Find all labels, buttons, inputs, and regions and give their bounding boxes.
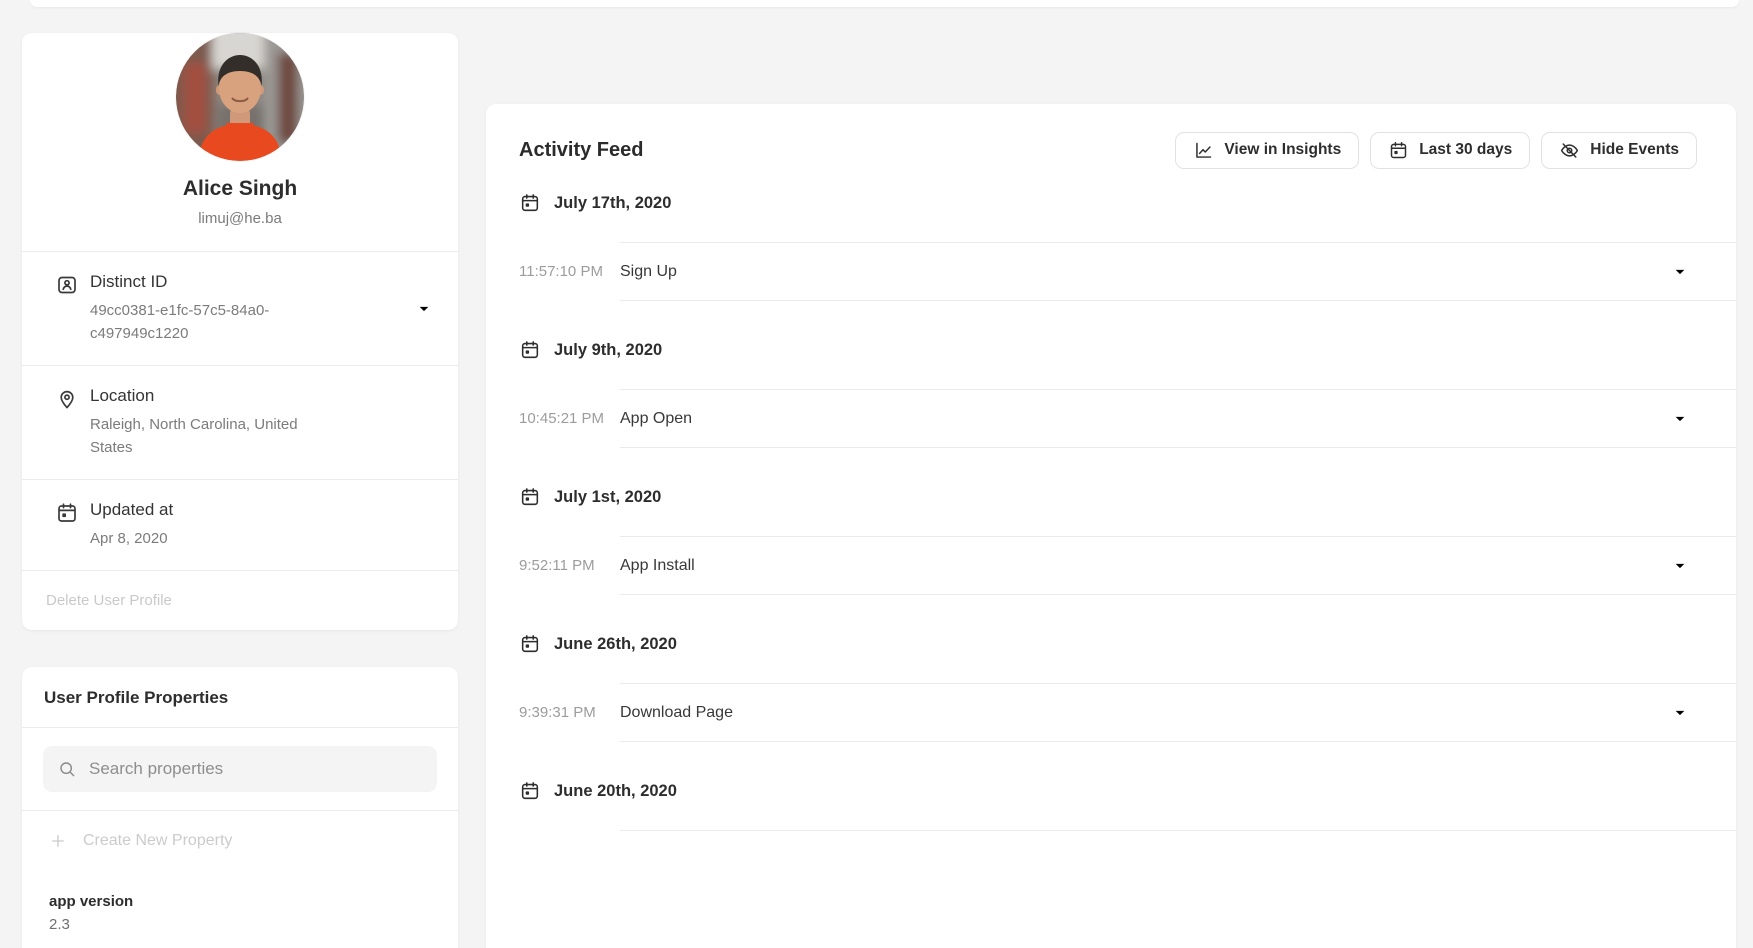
event-name: Sign Up xyxy=(620,263,677,281)
avatar xyxy=(176,33,304,161)
location-pin-icon xyxy=(55,387,79,411)
profile-field-value: Raleigh, North Carolina, United States xyxy=(90,413,308,459)
line-chart-icon xyxy=(1193,140,1214,161)
calendar-icon xyxy=(1388,140,1409,161)
hide-events-button-label: Hide Events xyxy=(1590,141,1679,159)
profile-field-label: Location xyxy=(90,386,308,406)
feed-date-header: July 9th, 2020 xyxy=(519,335,1736,365)
event-name: App Install xyxy=(620,557,695,575)
activity-feed-groups: July 17th, 2020 11:57:10 PMSign Up July 9t… xyxy=(486,188,1736,940)
user-profile-properties-card: User Profile Properties Create New Prope… xyxy=(22,667,458,948)
profile-field-distinct-id: Distinct ID 49cc0381-e1fc-57c5-84a0-c4979… xyxy=(22,251,458,365)
event-name: Download Page xyxy=(620,704,733,722)
event-row-placeholder xyxy=(519,830,1736,940)
profile-field-text: Location Raleigh, North Carolina, United … xyxy=(90,386,308,459)
calendar-icon xyxy=(519,339,541,361)
profile-field-label: Distinct ID xyxy=(90,272,308,292)
activity-feed-card: Activity Feed View in Insights Last 30 da… xyxy=(486,104,1736,948)
feed-group-july-9th-2020: July 9th, 2020 10:45:21 PMApp Open xyxy=(519,335,1736,448)
event-body xyxy=(620,830,1736,940)
event-body: App Install xyxy=(620,536,1736,595)
profile-sidebar: Alice Singh limuj@he.ba Distinct ID 49cc0… xyxy=(22,0,458,948)
feed-group-june-20th-2020: June 20th, 2020 xyxy=(519,776,1736,940)
feed-date-label: June 26th, 2020 xyxy=(554,635,677,654)
feed-date-header: June 26th, 2020 xyxy=(519,629,1736,659)
search-icon xyxy=(57,759,77,779)
id-card-icon xyxy=(55,273,79,297)
feed-date-label: July 17th, 2020 xyxy=(554,194,671,213)
event-body: App Open xyxy=(620,389,1736,448)
profile-field-text: Distinct ID 49cc0381-e1fc-57c5-84a0-c4979… xyxy=(90,272,308,345)
event-time: 11:57:10 PM xyxy=(519,242,620,301)
profile-fields: Distinct ID 49cc0381-e1fc-57c5-84a0-c4979… xyxy=(22,251,458,570)
calendar-icon xyxy=(519,780,541,802)
search-properties-box xyxy=(43,746,437,792)
event-expand-chevron-icon[interactable] xyxy=(1672,705,1688,721)
event-row-app-install[interactable]: 9:52:11 PMApp Install xyxy=(519,536,1736,595)
profile-field-location: Location Raleigh, North Carolina, United … xyxy=(22,365,458,479)
activity-feed-toolbar: View in Insights Last 30 days Hide Events xyxy=(1175,132,1697,169)
search-properties-input[interactable] xyxy=(89,759,423,779)
event-row-sign-up[interactable]: 11:57:10 PMSign Up xyxy=(519,242,1736,301)
event-expand-chevron-icon[interactable] xyxy=(1672,558,1688,574)
divider xyxy=(22,727,458,728)
event-row-app-open[interactable]: 10:45:21 PMApp Open xyxy=(519,389,1736,448)
distinct-id-expand-chevron-icon[interactable] xyxy=(416,301,432,317)
profile-field-updated-at: Updated at Apr 8, 2020 xyxy=(22,479,458,570)
profile-field-text: Updated at Apr 8, 2020 xyxy=(90,500,173,550)
feed-date-header: July 1st, 2020 xyxy=(519,482,1736,512)
feed-date-label: July 9th, 2020 xyxy=(554,341,662,360)
profile-name: Alice Singh xyxy=(22,177,458,201)
event-body: Sign Up xyxy=(620,242,1736,301)
profile-card: Alice Singh limuj@he.ba Distinct ID 49cc0… xyxy=(22,33,458,630)
eye-off-icon xyxy=(1559,140,1580,161)
activity-feed-header: Activity Feed View in Insights Last 30 da… xyxy=(486,104,1736,170)
feed-group-june-26th-2020: June 26th, 2020 9:39:31 PMDownload Page xyxy=(519,629,1736,742)
property-list: app version 2.3 xyxy=(22,871,458,948)
feed-date-header: July 17th, 2020 xyxy=(519,188,1736,218)
calendar-icon xyxy=(519,633,541,655)
delete-user-profile-button[interactable]: Delete User Profile xyxy=(22,570,458,630)
property-name: app version xyxy=(49,893,431,910)
event-expand-chevron-icon[interactable] xyxy=(1672,411,1688,427)
profile-field-value: Apr 8, 2020 xyxy=(90,527,173,550)
feed-date-label: June 20th, 2020 xyxy=(554,782,677,801)
event-expand-chevron-icon[interactable] xyxy=(1672,264,1688,280)
profile-field-label: Updated at xyxy=(90,500,173,520)
feed-group-july-17th-2020: July 17th, 2020 11:57:10 PMSign Up xyxy=(519,188,1736,301)
profile-field-value: 49cc0381-e1fc-57c5-84a0-c497949c1220 xyxy=(90,299,308,345)
hide-events-button[interactable]: Hide Events xyxy=(1541,132,1697,169)
event-time: 10:45:21 PM xyxy=(519,389,620,448)
view-in-insights-button-label: View in Insights xyxy=(1224,141,1341,159)
event-time: 9:39:31 PM xyxy=(519,683,620,742)
last-30-days-button[interactable]: Last 30 days xyxy=(1370,132,1530,169)
calendar-icon xyxy=(519,486,541,508)
properties-panel-title: User Profile Properties xyxy=(22,667,458,727)
activity-feed-title: Activity Feed xyxy=(519,139,643,162)
feed-date-header: June 20th, 2020 xyxy=(519,776,1736,806)
event-name: App Open xyxy=(620,410,692,428)
feed-date-label: July 1st, 2020 xyxy=(554,488,661,507)
plus-icon xyxy=(49,832,67,850)
property-value: 2.3 xyxy=(49,916,431,933)
last-30-days-button-label: Last 30 days xyxy=(1419,141,1512,159)
calendar-icon xyxy=(55,501,79,525)
feed-group-july-1st-2020: July 1st, 2020 9:52:11 PMApp Install xyxy=(519,482,1736,595)
profile-email: limuj@he.ba xyxy=(22,210,458,251)
event-body: Download Page xyxy=(620,683,1736,742)
event-time xyxy=(519,830,620,940)
create-new-property-label: Create New Property xyxy=(83,832,232,850)
view-in-insights-button[interactable]: View in Insights xyxy=(1175,132,1359,169)
calendar-icon xyxy=(519,192,541,214)
event-row-download-page[interactable]: 9:39:31 PMDownload Page xyxy=(519,683,1736,742)
create-new-property-button[interactable]: Create New Property xyxy=(22,810,458,871)
property-item-app-version[interactable]: app version 2.3 xyxy=(22,871,458,948)
event-time: 9:52:11 PM xyxy=(519,536,620,595)
